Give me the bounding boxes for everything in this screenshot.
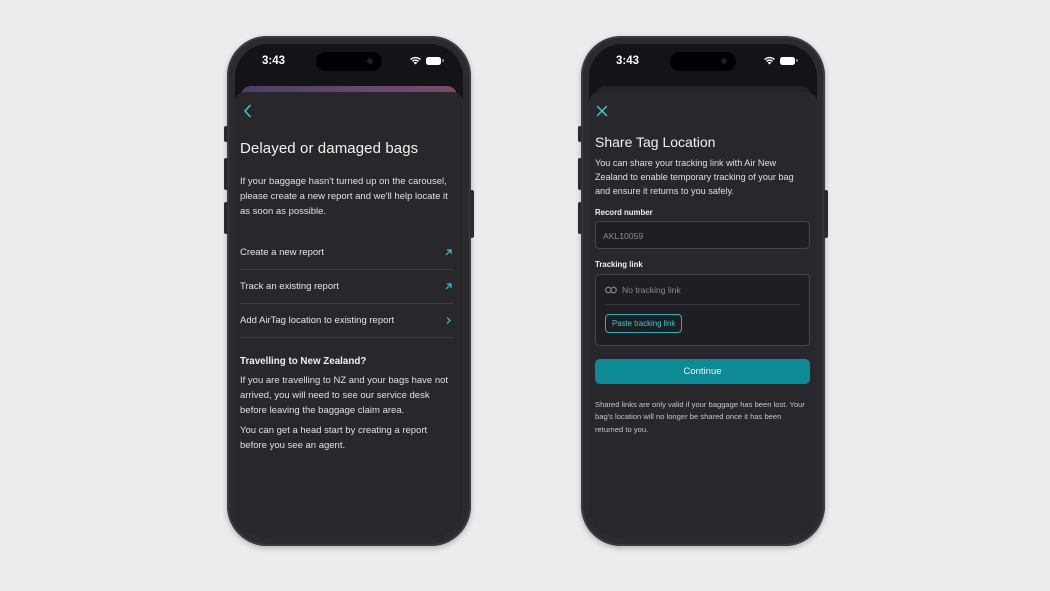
intro-text: You can share your tracking link with Ai… (595, 158, 794, 196)
record-number-input[interactable]: AKL10059 (595, 221, 810, 249)
nz-section-title: Travelling to New Zealand? (240, 356, 367, 367)
paste-tracking-link-button[interactable]: Paste tracking link (605, 314, 683, 333)
phone-action-button (224, 126, 228, 142)
page-title: Share Tag Location (595, 134, 716, 150)
close-icon[interactable] (593, 102, 611, 120)
back-chevron-icon[interactable] (239, 102, 257, 120)
phone-action-button (578, 126, 582, 142)
arrow-up-right-icon (445, 283, 452, 290)
create-report-item[interactable]: Create a new report (240, 236, 453, 270)
phone-right: 3:43 Share Tag Location You can share yo… (578, 36, 828, 546)
chevron-right-icon (446, 317, 451, 324)
create-report-label: Create a new report (240, 247, 324, 258)
add-airtag-label: Add AirTag location to existing report (240, 315, 395, 326)
track-report-item[interactable]: Track an existing report (240, 270, 453, 304)
phone-volume-up-button (224, 158, 228, 190)
status-icons (409, 56, 444, 65)
continue-button[interactable]: Continue (595, 359, 810, 384)
arrow-up-right-icon (445, 249, 452, 256)
page-title: Delayed or damaged bags (240, 140, 419, 157)
footnote-text: Shared links are only valid if your bagg… (595, 400, 805, 434)
track-report-label: Track an existing report (240, 281, 339, 292)
phone-power-button (470, 190, 474, 238)
phone-screen: 3:43 Delayed or damaged bags If your bag… (235, 44, 463, 538)
phone-volume-up-button (578, 158, 582, 190)
record-number-placeholder: AKL10059 (603, 231, 644, 241)
phone-screen: 3:43 Share Tag Location You can share yo… (589, 44, 817, 538)
add-airtag-item[interactable]: Add AirTag location to existing report (240, 304, 453, 338)
intro-text: If your baggage hasn't turned up on the … (240, 176, 448, 217)
dynamic-island (316, 52, 382, 71)
bottom-sheet: Share Tag Location You can share your tr… (589, 92, 817, 538)
no-tracking-link-text: No tracking link (622, 285, 681, 295)
tracking-link-box: No tracking link Paste tracking link (595, 274, 810, 346)
nz-section: Travelling to New Zealand? If you are tr… (240, 356, 451, 454)
tracking-link-label: Tracking link (595, 260, 643, 269)
tracking-link-row: No tracking link (605, 285, 800, 305)
bottom-sheet: Delayed or damaged bags If your baggage … (235, 92, 463, 538)
dynamic-island (670, 52, 736, 71)
record-number-label: Record number (595, 208, 653, 217)
phone-volume-down-button (578, 202, 582, 234)
battery-icon (780, 56, 798, 65)
wifi-icon (764, 56, 775, 65)
phone-power-button (824, 190, 828, 238)
battery-icon (426, 56, 444, 65)
status-icons (763, 56, 798, 65)
nz-section-para2: You can get a head start by creating a r… (240, 425, 428, 452)
status-time: 3:43 (616, 55, 640, 67)
wifi-icon (410, 56, 421, 65)
report-options-list: Create a new report Track an existing re… (240, 236, 453, 338)
link-icon (605, 286, 617, 294)
status-time: 3:43 (262, 55, 286, 67)
phone-volume-down-button (224, 202, 228, 234)
phone-left: 3:43 Delayed or damaged bags If your bag… (224, 36, 474, 546)
nz-section-para1: If you are travelling to NZ and your bag… (240, 375, 449, 416)
